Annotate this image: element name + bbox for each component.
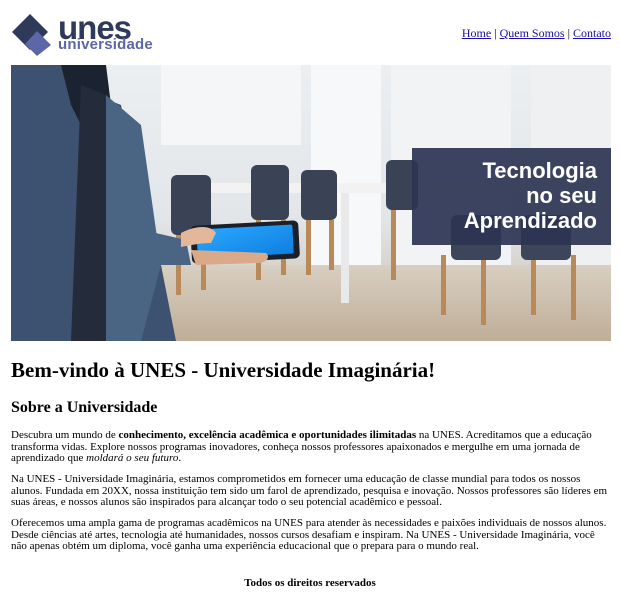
logo-diamond-icon [12, 14, 51, 56]
hero-headline-line: Aprendizado [463, 208, 597, 233]
section-title: Sobre a Universidade [11, 399, 158, 416]
mission-paragraph: Na UNES - Universidade Imaginária, estam… [11, 473, 608, 508]
top-nav: Home | Quem Somos | Contato [462, 26, 611, 41]
nav-link-quem-somos[interactable]: Quem Somos [500, 26, 565, 40]
hero-headline-line: Tecnologia [482, 158, 598, 183]
highlight-text: conhecimento, excelência acadêmica e opo… [118, 429, 417, 441]
hero-headline-line: no seu [526, 183, 597, 208]
intro-paragraph: Descubra um mundo de conhecimento, excel… [11, 429, 592, 464]
nav-link-home[interactable]: Home [462, 26, 491, 40]
hero-headline-panel: Tecnologia no seu Aprendizado [412, 148, 611, 245]
footer-copyright: Todos os direitos reservados [244, 577, 376, 589]
hero-banner: Tecnologia no seu Aprendizado [11, 65, 611, 341]
nav-separator: | [494, 26, 497, 40]
nav-link-contato[interactable]: Contato [573, 26, 611, 40]
programs-paragraph: Oferecemos uma ampla gama de programas a… [11, 517, 607, 552]
unes-logo[interactable]: unes universidade [11, 11, 161, 56]
nav-separator: | [567, 26, 570, 40]
emphasis-text: moldará o seu futuro [86, 452, 179, 464]
page-title: Bem-vindo à UNES - Universidade Imaginár… [11, 358, 436, 382]
logo-word-universidade: universidade [58, 36, 153, 53]
site-header: unes universidade Home | Quem Somos | Contat… [0, 0, 620, 62]
